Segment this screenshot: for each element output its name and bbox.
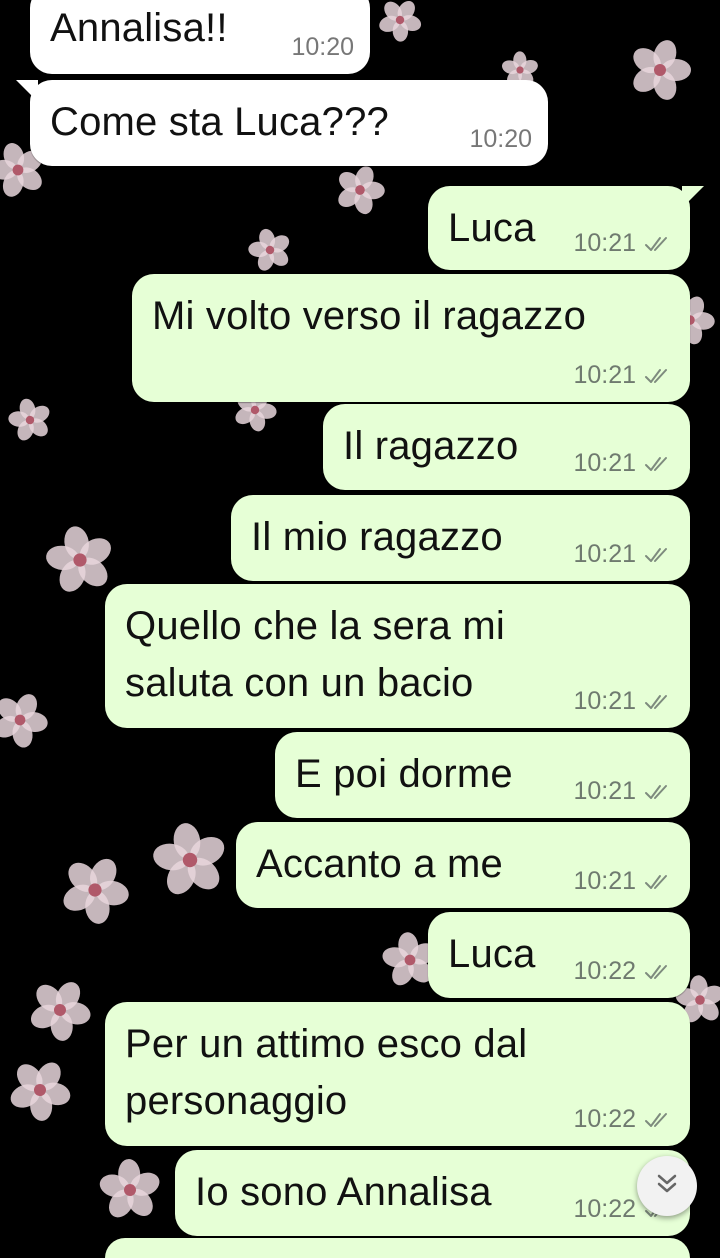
message-text: Quello che la sera mi bbox=[125, 604, 505, 648]
message-time: 10:21 bbox=[573, 867, 636, 895]
message-meta: 10:21 bbox=[573, 687, 674, 716]
message-time: 10:22 bbox=[573, 1105, 636, 1133]
message-text: saluta con un bacio bbox=[125, 661, 474, 705]
double-check-icon bbox=[644, 693, 674, 711]
message-meta: 10:21 bbox=[573, 540, 674, 569]
message-text: E poi dorme bbox=[295, 752, 513, 796]
next-message-peek bbox=[105, 1238, 690, 1258]
incoming-message[interactable]: Come sta Luca??? 10:20 bbox=[16, 80, 548, 166]
outgoing-message[interactable]: Luca 10:22 bbox=[428, 912, 690, 998]
message-time: 10:22 bbox=[573, 1195, 636, 1223]
message-text: Mi volto verso il ragazzo bbox=[152, 294, 587, 338]
message-text: Luca bbox=[448, 932, 536, 976]
message-time: 10:21 bbox=[573, 229, 636, 257]
double-check-icon bbox=[644, 367, 674, 385]
bubble-tail bbox=[682, 186, 704, 208]
bubble-tail bbox=[16, 80, 38, 102]
message-time: 10:21 bbox=[573, 361, 636, 389]
outgoing-message[interactable]: Il mio ragazzo 10:21 bbox=[231, 495, 690, 581]
outgoing-message[interactable]: Mi volto verso il ragazzo 10:21 bbox=[132, 274, 690, 402]
message-time: 10:20 bbox=[291, 33, 354, 61]
double-check-icon bbox=[644, 235, 674, 253]
message-text: Il ragazzo bbox=[343, 424, 519, 468]
message-text: Accanto a me bbox=[256, 842, 503, 886]
message-time: 10:20 bbox=[469, 125, 532, 153]
double-chevron-down-icon bbox=[654, 1171, 680, 1202]
double-check-icon bbox=[644, 963, 674, 981]
outgoing-message[interactable]: Quello che la sera mi saluta con un bacio… bbox=[105, 584, 690, 728]
outgoing-message[interactable]: Per un attimo esco dal personaggio 10:22 bbox=[105, 1002, 690, 1146]
incoming-message[interactable]: Annalisa!! 10:20 bbox=[30, 0, 370, 74]
message-meta: 10:22 bbox=[573, 1105, 674, 1134]
message-meta: 10:21 bbox=[573, 361, 674, 390]
message-meta: 10:20 bbox=[469, 125, 532, 154]
message-meta: 10:21 bbox=[573, 867, 674, 896]
outgoing-message[interactable]: E poi dorme 10:21 bbox=[275, 732, 690, 818]
double-check-icon bbox=[644, 546, 674, 564]
double-check-icon bbox=[644, 783, 674, 801]
message-meta: 10:22 bbox=[573, 957, 674, 986]
outgoing-message[interactable]: Io sono Annalisa 10:22 bbox=[175, 1150, 690, 1236]
message-meta: 10:20 bbox=[291, 33, 354, 62]
message-text: Come sta Luca??? bbox=[50, 100, 389, 144]
message-time: 10:21 bbox=[573, 687, 636, 715]
message-time: 10:21 bbox=[573, 777, 636, 805]
message-text: Il mio ragazzo bbox=[251, 515, 503, 559]
message-time: 10:22 bbox=[573, 957, 636, 985]
message-text: Io sono Annalisa bbox=[195, 1170, 492, 1214]
outgoing-message[interactable]: Luca 10:21 bbox=[428, 186, 704, 270]
outgoing-message[interactable]: Il ragazzo 10:21 bbox=[323, 404, 690, 490]
message-text: Annalisa!! bbox=[50, 6, 228, 50]
double-check-icon bbox=[644, 1111, 674, 1129]
double-check-icon bbox=[644, 873, 674, 891]
message-meta: 10:21 bbox=[573, 777, 674, 806]
outgoing-message[interactable]: Accanto a me 10:21 bbox=[236, 822, 690, 908]
message-text: Luca bbox=[448, 206, 536, 250]
message-text: Per un attimo esco dal bbox=[125, 1022, 528, 1066]
scroll-down-button[interactable] bbox=[637, 1156, 697, 1216]
message-time: 10:21 bbox=[573, 449, 636, 477]
message-meta: 10:21 bbox=[573, 449, 674, 478]
double-check-icon bbox=[644, 455, 674, 473]
message-meta: 10:21 bbox=[573, 229, 674, 258]
message-text: personaggio bbox=[125, 1079, 348, 1123]
message-time: 10:21 bbox=[573, 540, 636, 568]
